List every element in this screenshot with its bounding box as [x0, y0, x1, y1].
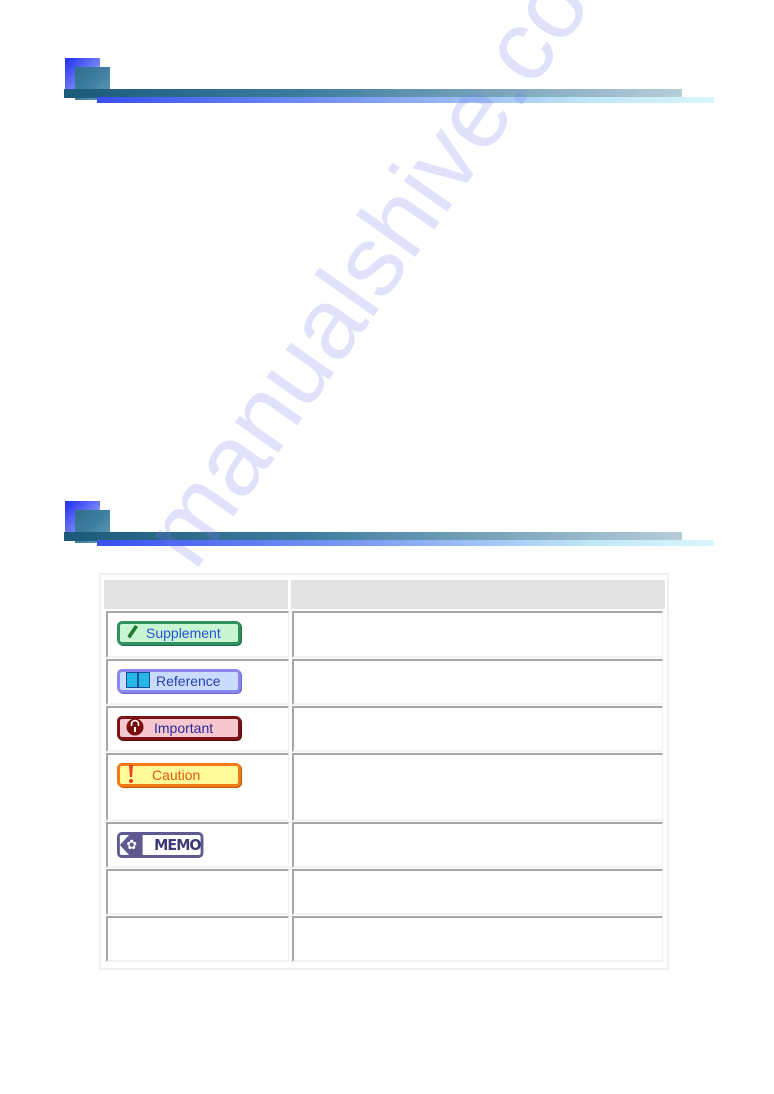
table-row: Important	[106, 706, 663, 752]
reference-badge: Reference	[117, 669, 241, 693]
header-cell-description	[291, 580, 665, 609]
table-row: Caution	[106, 753, 663, 821]
table-header	[104, 580, 665, 609]
heading-rule-light	[97, 97, 714, 103]
icon-cell: Supplement	[106, 611, 289, 658]
lock-icon	[126, 718, 144, 739]
table-row: Supplement	[106, 611, 663, 658]
memo-flag-icon: ✿	[119, 835, 143, 855]
description-cell	[292, 822, 663, 868]
table-row	[106, 916, 663, 962]
description-cell	[292, 869, 663, 915]
heading-rule-light	[97, 540, 714, 546]
supplement-badge: Supplement	[117, 621, 241, 645]
table-row	[106, 869, 663, 915]
badge-label: Important	[154, 720, 214, 736]
section-heading-2	[0, 501, 774, 551]
badge-label: MEMO	[154, 836, 201, 854]
badge-label: Caution	[152, 767, 201, 783]
section-heading-1	[0, 58, 774, 108]
pencil-icon	[126, 624, 140, 643]
description-cell	[292, 753, 663, 821]
book-icon	[126, 671, 150, 691]
table-row: Reference	[106, 659, 663, 705]
description-cell	[292, 706, 663, 752]
memo-badge: ✿ MEMO	[117, 832, 204, 858]
description-cell	[292, 916, 663, 962]
icon-cell: Caution	[106, 753, 289, 821]
badge-label: Reference	[156, 673, 221, 689]
exclamation-icon	[126, 764, 136, 787]
icon-cell	[106, 869, 289, 915]
icon-cell: Important	[106, 706, 289, 752]
caution-badge: Caution	[117, 763, 241, 787]
table-row: ✿ MEMO	[106, 822, 663, 868]
icon-cell: Reference	[106, 659, 289, 705]
icon-cell	[106, 916, 289, 962]
badge-label: Supplement	[146, 625, 221, 641]
header-cell-icon	[104, 580, 288, 609]
icon-cell: ✿ MEMO	[106, 822, 289, 868]
description-cell	[292, 659, 663, 705]
description-cell	[292, 611, 663, 658]
important-badge: Important	[117, 716, 241, 740]
